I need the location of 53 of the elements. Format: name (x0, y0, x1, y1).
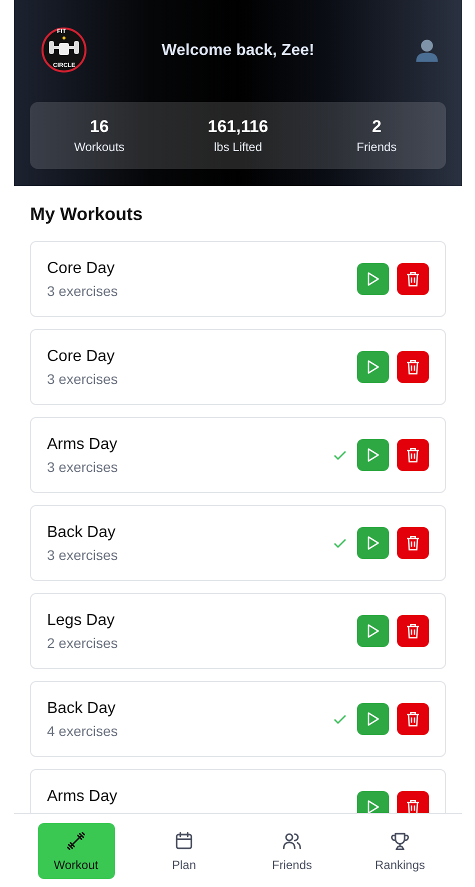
workout-card[interactable]: Arms Day 3 exercises (30, 417, 446, 493)
exercise-count: 3 exercises (47, 459, 119, 475)
section-title: My Workouts (30, 204, 144, 225)
workout-name: Back Day (47, 524, 116, 542)
stat-label: lbs Lifted (214, 140, 262, 154)
play-button[interactable] (357, 703, 389, 735)
play-button[interactable] (357, 615, 389, 647)
delete-button[interactable] (397, 615, 429, 647)
play-button[interactable] (357, 351, 389, 383)
avatar-icon[interactable] (414, 37, 440, 63)
nav-tab[interactable]: Friends (254, 822, 330, 878)
workout-name: Arms Day (47, 436, 118, 454)
workout-name: Legs Day (47, 612, 116, 630)
stat-value: 161,116 (208, 117, 268, 137)
nav-tab[interactable]: Plan (146, 822, 222, 878)
workout-card[interactable]: Back Day 4 exercises (30, 681, 446, 757)
workout-name: Arms Day (47, 788, 118, 806)
welcome-title: Welcome back, Zee! (162, 42, 314, 60)
trash-icon (404, 270, 422, 288)
calendar-icon (173, 830, 195, 852)
play-button[interactable] (357, 439, 389, 471)
workout-name: Back Day (47, 700, 116, 718)
exercise-count: 3 exercises (47, 547, 119, 563)
nav-tab[interactable]: Workout (38, 822, 114, 878)
nav-tab[interactable]: Rankings (362, 822, 438, 878)
delete-button[interactable] (397, 351, 429, 383)
stat-label: Friends (356, 140, 397, 154)
stat-value: 16 (90, 117, 109, 137)
trash-icon (404, 358, 422, 376)
exercise-count: 3 exercises (47, 283, 119, 299)
logo-icon (41, 27, 87, 73)
workout-card[interactable]: Core Day 3 exercises (30, 241, 446, 317)
delete-button[interactable] (397, 527, 429, 559)
workout-card[interactable]: Back Day 3 exercises (30, 505, 446, 581)
play-button[interactable] (357, 527, 389, 559)
exercise-count: 4 exercises (47, 723, 119, 739)
stat-value: 2 (372, 117, 382, 137)
trash-icon (404, 710, 422, 728)
exercise-count: 2 exercises (47, 635, 119, 651)
stat-label: Workouts (74, 140, 125, 154)
workout-name: Core Day (47, 348, 116, 366)
delete-button[interactable] (397, 439, 429, 471)
delete-button[interactable] (397, 263, 429, 295)
trash-icon (404, 534, 422, 552)
workout-card[interactable]: Core Day 3 exercises (30, 329, 446, 405)
delete-button[interactable] (397, 703, 429, 735)
exercise-count: 3 exercises (47, 371, 119, 387)
play-button[interactable] (357, 263, 389, 295)
dumbbell-icon (65, 830, 87, 852)
trash-icon (404, 446, 422, 464)
workout-card[interactable]: Legs Day 2 exercises (30, 593, 446, 669)
trash-icon (404, 622, 422, 640)
workout-name: Core Day (47, 260, 116, 278)
